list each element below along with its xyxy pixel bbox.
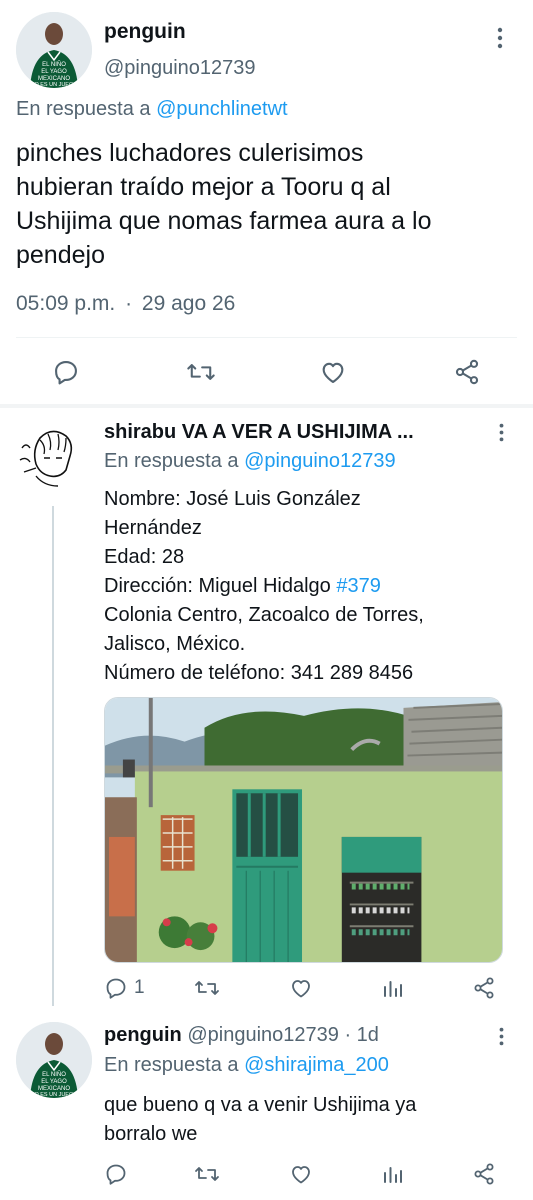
tweet-text-line: Nombre: José Luis González	[104, 488, 361, 510]
tweet-text-line: pendejo	[16, 241, 105, 269]
views-icon	[384, 1167, 402, 1183]
share-button[interactable]	[472, 1162, 496, 1186]
avatar[interactable]: EL NIÑO EL YAGO MEXICANO NO ES UN JUEGO	[16, 12, 92, 88]
reply-context: En respuesta a @pinguino12739	[104, 450, 396, 473]
display-name[interactable]: penguin	[104, 1024, 182, 1046]
reply-context: En respuesta a @punchlinetwt	[16, 98, 288, 121]
reply-button[interactable]	[104, 1162, 128, 1186]
retweet-icon	[187, 364, 215, 380]
like-icon	[292, 980, 310, 998]
avatar-caption: EL NIÑO	[42, 61, 66, 68]
reply-to-link[interactable]: @pinguino12739	[244, 450, 396, 472]
tweet-header: penguin @pinguino12739 · 1d	[104, 1024, 379, 1047]
tweet-text: que bueno q va a venir Ushijima ya borra…	[104, 1091, 416, 1149]
tweet-photo[interactable]	[104, 697, 503, 963]
like-icon	[322, 362, 344, 383]
reply-prefix: En respuesta a	[104, 1054, 239, 1076]
svg-text:EL YAGO: EL YAGO	[41, 1079, 67, 1085]
retweet-button[interactable]	[194, 976, 220, 1000]
like-icon	[292, 1166, 310, 1184]
user-handle[interactable]: @pinguino12739	[187, 1024, 339, 1046]
tweet-text-line: borralo we	[104, 1123, 198, 1145]
reply-icon	[55, 361, 77, 385]
user-handle[interactable]: @pinguino12739	[104, 57, 256, 80]
svg-text:EL YAGO: EL YAGO	[41, 69, 67, 75]
reply-icon	[106, 1164, 126, 1185]
hashtag-link[interactable]: #379	[336, 575, 381, 597]
tweet-text-line: Hernández	[104, 517, 202, 539]
tweet-text: pinches luchadores culerisimos hubieran …	[16, 136, 431, 272]
tweet-text-line: que bueno q va a venir Ushijima ya	[104, 1094, 417, 1116]
tweet-text-line: hubieran traído mejor a Tooru q al	[16, 173, 391, 201]
more-vertical-icon[interactable]	[498, 1027, 505, 1046]
reply-count: 1	[134, 977, 145, 998]
reply-button[interactable]: 1	[104, 976, 145, 1000]
tweet-text-line: Jalisco, México.	[104, 633, 246, 655]
svg-text:NO ES UN JUEGO: NO ES UN JUEGO	[30, 1092, 78, 1098]
share-icon	[474, 1163, 494, 1185]
share-icon	[455, 359, 479, 385]
tweet-text: Nombre: José Luis González Hernández Eda…	[104, 485, 424, 688]
tweet-text-line: Dirección: Miguel Hidalgo #379	[104, 575, 381, 597]
reply-to-link[interactable]: @punchlinetwt	[156, 98, 287, 120]
reply-icon	[106, 978, 126, 999]
reply-context: En respuesta a @shirajima_200	[104, 1054, 389, 1077]
views-button[interactable]	[381, 976, 405, 1000]
tweet-text-line: Número de teléfono: 341 289 8456	[104, 662, 414, 684]
tweet-text-line: Edad: 28	[104, 546, 185, 568]
display-name[interactable]: shirabu VA A VER A USHIJIMA ...	[104, 421, 414, 444]
retweet-button[interactable]	[194, 1162, 220, 1186]
svg-text:NO ES UN JUEGO: NO ES UN JUEGO	[30, 82, 78, 88]
tweet-text-line: Colonia Centro, Zacoalco de Torres,	[104, 604, 424, 626]
date: 29 ago 26	[141, 292, 236, 315]
avatar[interactable]: EL NIÑO EL YAGO MEXICANO NO ES UN JUEGO	[16, 1022, 92, 1098]
share-button[interactable]	[472, 976, 496, 1000]
reply-to-link[interactable]: @shirajima_200	[244, 1054, 389, 1076]
dot-separator: ·	[344, 1024, 352, 1046]
divider	[0, 404, 533, 408]
avatar[interactable]	[14, 420, 90, 496]
share-icon	[474, 977, 494, 999]
retweet-button[interactable]	[186, 358, 216, 386]
more-vertical-icon[interactable]	[496, 27, 504, 49]
display-name[interactable]: penguin	[104, 20, 186, 44]
retweet-icon	[195, 1167, 219, 1181]
time: 05:09 p.m.	[16, 292, 116, 315]
share-button[interactable]	[452, 358, 482, 386]
divider	[16, 337, 517, 338]
reply-prefix: En respuesta a	[104, 450, 239, 472]
retweet-icon	[195, 981, 219, 995]
like-button[interactable]	[288, 1162, 314, 1186]
like-button[interactable]	[288, 976, 314, 1000]
reply-prefix: En respuesta a	[16, 98, 151, 120]
tweet-text-line: Ushijima que nomas farmea aura a lo	[16, 207, 432, 235]
more-vertical-icon[interactable]	[498, 423, 505, 442]
tweet-text-line: pinches luchadores culerisimos	[16, 139, 364, 167]
reply-button[interactable]	[52, 358, 80, 386]
dot-separator: ·	[125, 292, 133, 315]
views-button[interactable]	[381, 1162, 405, 1186]
like-button[interactable]	[318, 358, 348, 386]
thread-line	[52, 506, 54, 1006]
tweet-age[interactable]: 1d	[357, 1024, 379, 1046]
timestamp[interactable]: 05:09 p.m. · 29 ago 26	[16, 292, 235, 316]
avatar-caption: EL NIÑO	[42, 1071, 66, 1078]
views-icon	[384, 981, 402, 997]
